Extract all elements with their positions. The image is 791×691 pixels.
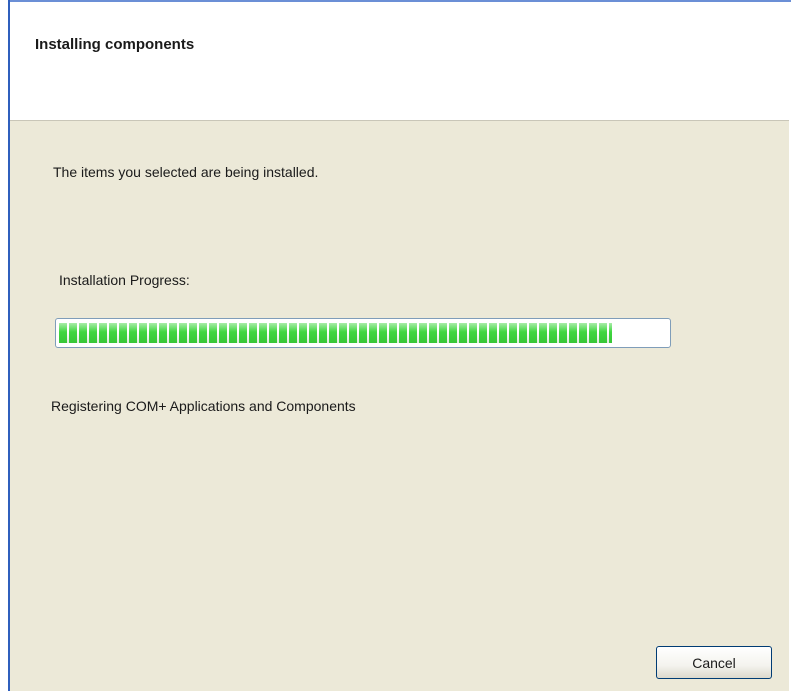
- progress-fill: [59, 323, 612, 343]
- installer-dialog: Installing components The items you sele…: [10, 2, 789, 691]
- progress-label: Installation Progress:: [59, 272, 190, 288]
- intro-text: The items you selected are being install…: [53, 164, 319, 180]
- cancel-button[interactable]: Cancel: [656, 646, 772, 679]
- status-text: Registering COM+ Applications and Compon…: [51, 398, 356, 414]
- page-title: Installing components: [35, 36, 195, 53]
- installation-progress-bar: [55, 318, 671, 348]
- dialog-header: Installing components: [10, 2, 789, 121]
- window-left-border: [0, 0, 10, 691]
